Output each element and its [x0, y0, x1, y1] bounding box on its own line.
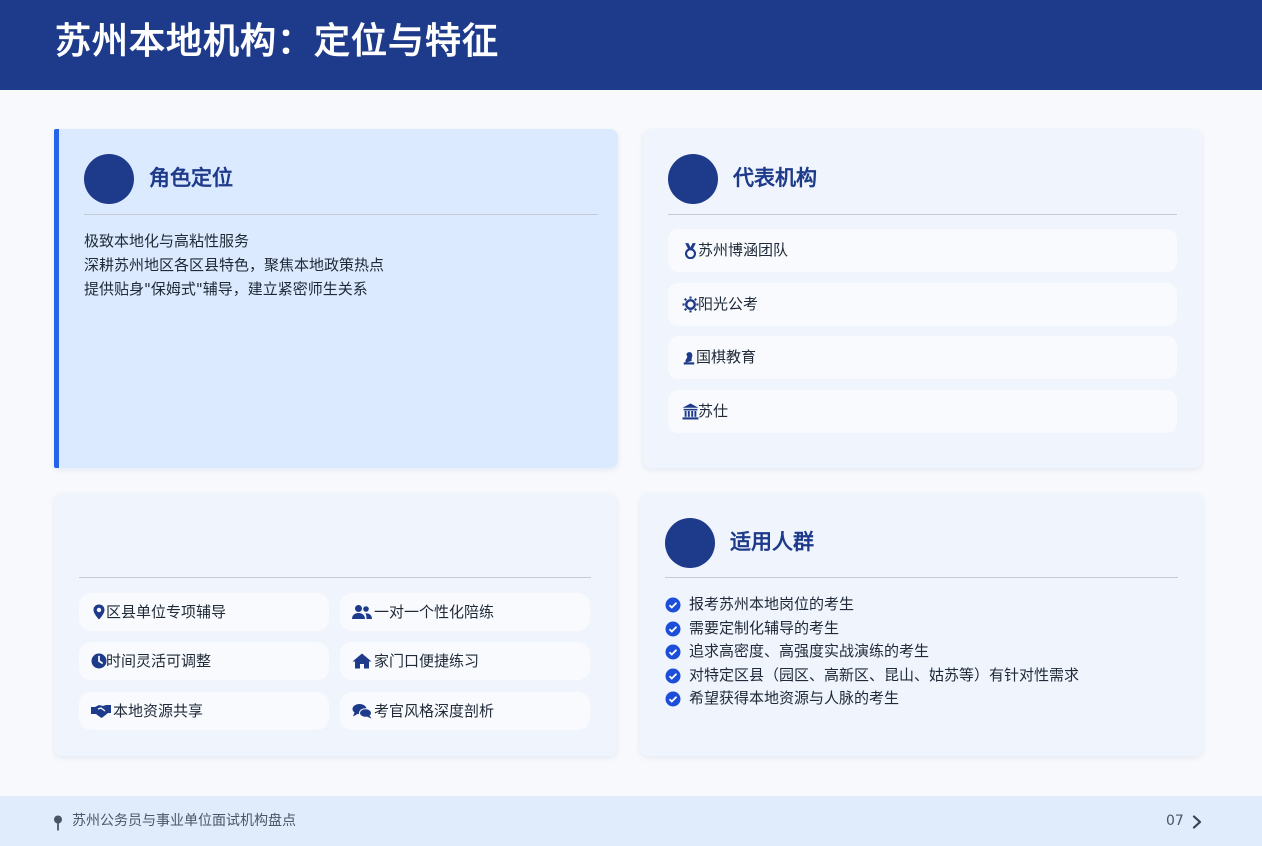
people-item-label: 对特定区县（园区、高新区、昆山、姑苏等）有针对性需求 — [689, 665, 1080, 684]
people-icon-circle — [665, 518, 715, 568]
role-line: 极致本地化与高粘性服务 — [84, 232, 250, 250]
users-icon — [352, 605, 372, 619]
map-pin-icon — [54, 815, 62, 831]
medal-icon — [684, 243, 697, 259]
footer-bar: 苏州公务员与事业单位面试机构盘点 07 — [0, 796, 1262, 846]
clock-icon — [91, 653, 107, 669]
orgs-title: 代表机构 — [733, 166, 817, 190]
orgs-divider — [668, 214, 1177, 215]
people-item-label: 希望获得本地资源与人脉的考生 — [689, 689, 900, 708]
role-divider — [84, 214, 598, 215]
feature-label: 考官风格深度剖析 — [374, 702, 495, 720]
feature-item[interactable]: 本地资源共享 — [79, 692, 329, 730]
check-circle-icon — [665, 644, 681, 660]
org-item[interactable]: 国棋教育 — [668, 336, 1177, 379]
people-item: 追求高密度、高强度实战演练的考生 — [665, 640, 1079, 664]
org-item[interactable]: 苏仕 — [668, 390, 1177, 433]
footer-text: 苏州公务员与事业单位面试机构盘点 — [72, 813, 296, 829]
people-item: 报考苏州本地岗位的考生 — [665, 593, 1079, 617]
org-item-label: 苏仕 — [698, 402, 729, 420]
people-list: 报考苏州本地岗位的考生 需要定制化辅导的考生 追求高密度、高强度实战演练的考生 … — [665, 593, 1079, 711]
role-description: 极致本地化与高粘性服务 深耕苏州地区各区县特色，聚焦本地政策热点 提供贴身"保姆… — [84, 229, 384, 301]
role-line: 深耕苏州地区各区县特色，聚焦本地政策热点 — [84, 256, 385, 274]
people-item-label: 需要定制化辅导的考生 — [689, 618, 840, 637]
features-card: 区县单位专项辅导 一对一个性化陪练 时间灵活可调整 家门口便捷练习 本地资源共享 — [54, 493, 617, 756]
page-title: 苏州本地机构：定位与特征 — [55, 21, 500, 62]
people-item: 需要定制化辅导的考生 — [665, 617, 1079, 641]
bank-icon — [682, 403, 699, 420]
features-divider — [79, 577, 591, 578]
people-item: 对特定区县（园区、高新区、昆山、姑苏等）有针对性需求 — [665, 664, 1079, 688]
sun-icon — [682, 296, 699, 313]
check-circle-icon — [665, 597, 681, 613]
location-pin-icon — [93, 604, 105, 620]
people-item: 希望获得本地资源与人脉的考生 — [665, 687, 1079, 711]
chess-icon — [683, 352, 695, 365]
feature-label: 本地资源共享 — [113, 702, 204, 720]
role-line: 提供贴身"保姆式"辅导，建立紧密师生关系 — [84, 280, 368, 298]
role-card: 角色定位 极致本地化与高粘性服务 深耕苏州地区各区县特色，聚焦本地政策热点 提供… — [54, 129, 618, 468]
chevron-right-icon[interactable] — [1191, 815, 1203, 829]
role-icon-circle — [84, 154, 134, 204]
people-item-label: 追求高密度、高强度实战演练的考生 — [689, 642, 930, 661]
org-item-label: 苏州博涵团队 — [698, 241, 789, 259]
feature-item[interactable]: 考官风格深度剖析 — [340, 692, 590, 730]
feature-item[interactable]: 家门口便捷练习 — [340, 642, 590, 680]
orgs-icon-circle — [668, 154, 718, 204]
feature-item[interactable]: 一对一个性化陪练 — [340, 593, 590, 631]
check-circle-icon — [665, 691, 681, 707]
feature-item[interactable]: 时间灵活可调整 — [79, 642, 329, 680]
check-circle-icon — [665, 621, 681, 637]
org-item[interactable]: 阳光公考 — [668, 283, 1177, 326]
home-icon — [352, 653, 372, 669]
feature-item[interactable]: 区县单位专项辅导 — [79, 593, 329, 631]
feature-label: 家门口便捷练习 — [374, 652, 480, 670]
org-item-label: 阳光公考 — [698, 295, 759, 313]
people-card: 适用人群 报考苏州本地岗位的考生 需要定制化辅导的考生 追求高密度、高强度实战演… — [640, 493, 1203, 756]
feature-label: 时间灵活可调整 — [106, 652, 212, 670]
org-item[interactable]: 苏州博涵团队 — [668, 229, 1177, 272]
orgs-card: 代表机构 苏州博涵团队 阳光公考 国棋教育 苏仕 — [643, 129, 1202, 468]
people-title: 适用人群 — [730, 530, 814, 554]
handshake-icon — [91, 705, 111, 718]
header-bar: 苏州本地机构：定位与特征 — [0, 0, 1262, 90]
feature-label: 区县单位专项辅导 — [106, 603, 227, 621]
feature-label: 一对一个性化陪练 — [374, 603, 495, 621]
org-item-label: 国棋教育 — [696, 348, 757, 366]
people-item-label: 报考苏州本地岗位的考生 — [689, 595, 855, 613]
role-title: 角色定位 — [149, 166, 233, 190]
page-number: 07 — [1166, 813, 1184, 829]
check-circle-icon — [665, 668, 681, 684]
people-divider — [665, 577, 1178, 578]
comments-icon — [352, 704, 372, 719]
